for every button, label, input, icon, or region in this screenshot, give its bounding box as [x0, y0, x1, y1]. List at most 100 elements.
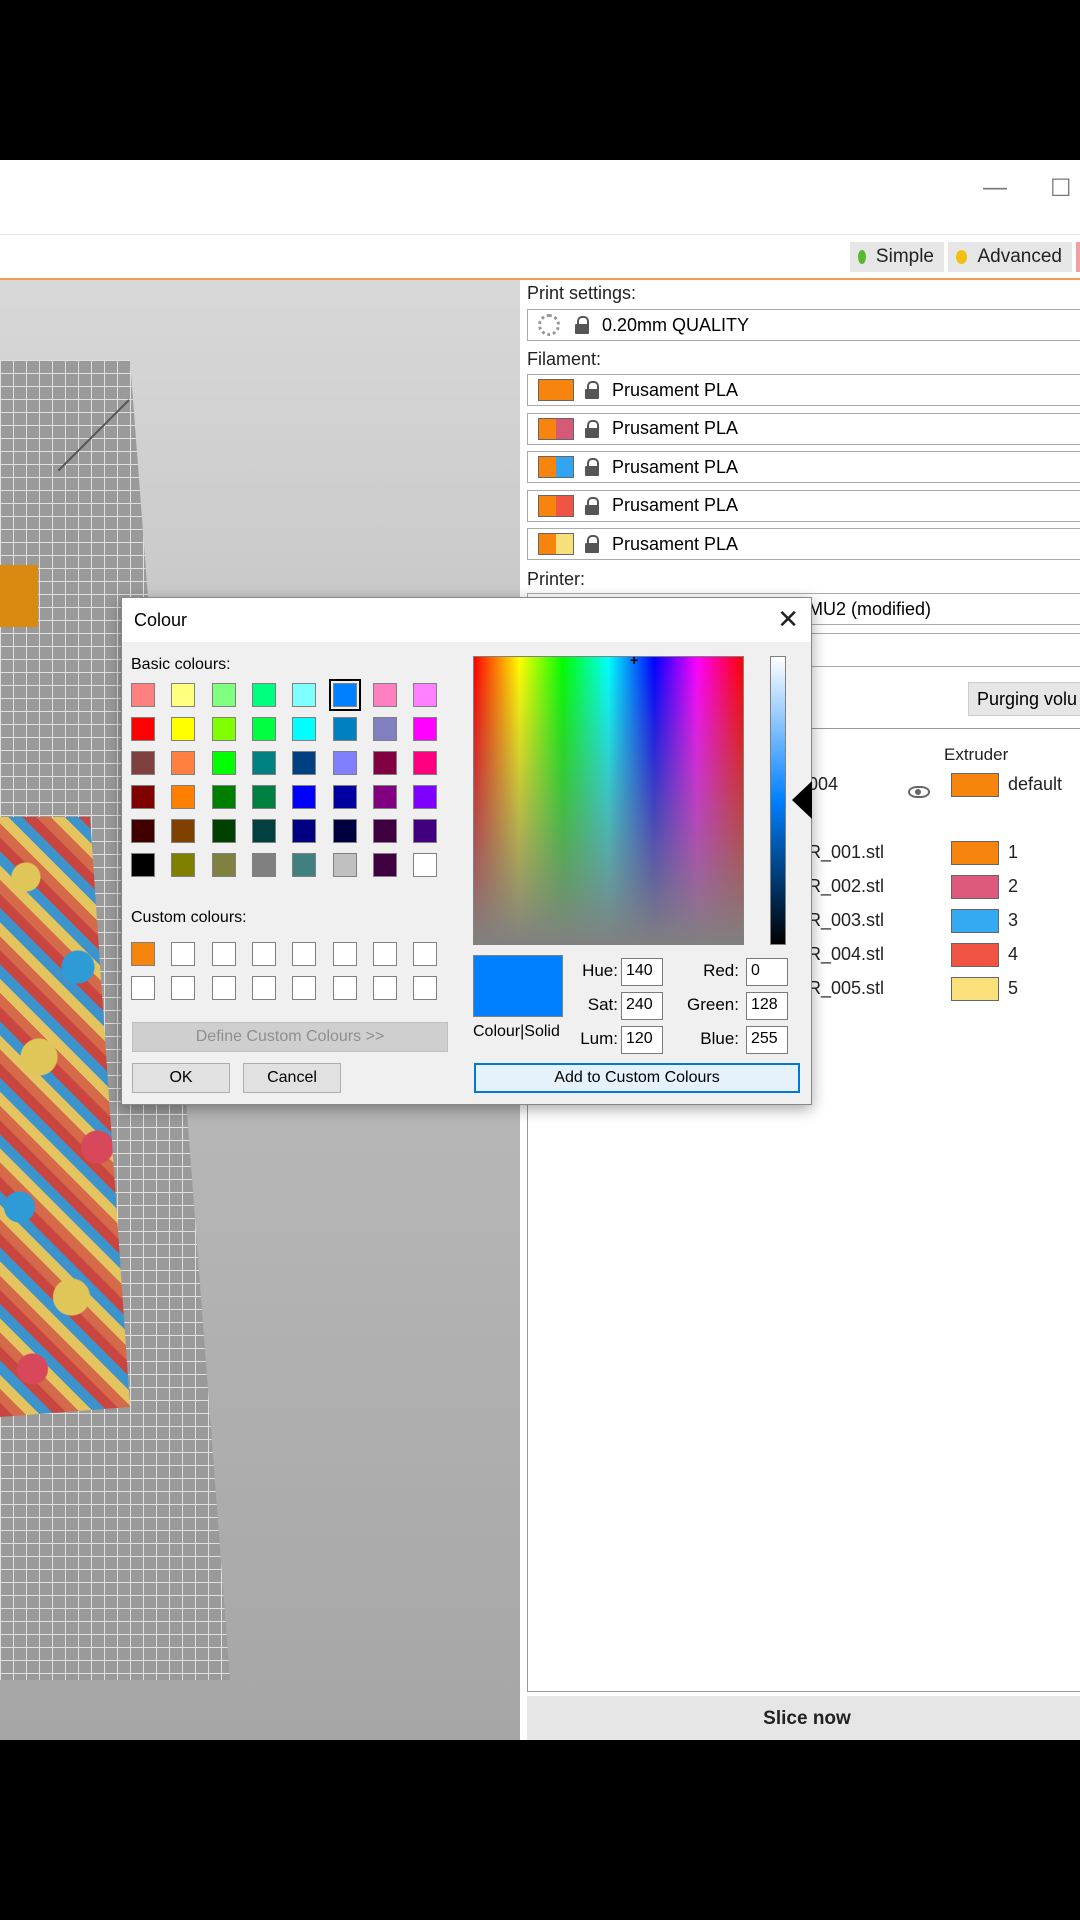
custom-colour-cell[interactable]	[292, 942, 317, 966]
part-name[interactable]: R_002.stl	[808, 876, 884, 897]
custom-colour-cell[interactable]	[292, 976, 317, 1000]
extruder-color-swatch[interactable]	[951, 977, 999, 1001]
basic-colour-cell[interactable]	[332, 717, 357, 741]
luminosity-bar[interactable]	[770, 656, 786, 945]
extruder-value[interactable]: default	[1008, 774, 1062, 795]
maximize-button[interactable]: ☐	[1050, 174, 1072, 203]
extruder-value[interactable]: 4	[1008, 944, 1018, 965]
basic-colour-cell[interactable]	[292, 853, 317, 877]
basic-colour-cell[interactable]	[171, 683, 196, 707]
basic-colour-cell[interactable]	[131, 853, 155, 877]
part-name[interactable]: R_001.stl	[808, 842, 884, 863]
custom-colour-cell[interactable]	[332, 976, 357, 1000]
basic-colour-cell[interactable]	[131, 717, 155, 741]
basic-colour-cell[interactable]	[292, 751, 317, 775]
basic-colour-cell[interactable]	[211, 785, 236, 809]
basic-colour-cell[interactable]	[372, 785, 397, 809]
eye-icon[interactable]	[908, 786, 930, 798]
object-name[interactable]: 004	[808, 774, 838, 795]
basic-colour-cell[interactable]	[413, 853, 438, 877]
custom-colour-cell[interactable]	[251, 942, 276, 966]
lum-field[interactable]: 120	[621, 1026, 663, 1054]
basic-colour-cell[interactable]	[171, 853, 196, 877]
sat-field[interactable]: 240	[621, 992, 663, 1020]
basic-colour-cell[interactable]	[292, 717, 317, 741]
basic-colour-cell[interactable]	[131, 683, 155, 707]
filament-combo[interactable]: Prusament PLA	[527, 412, 1080, 445]
custom-colour-cell[interactable]	[332, 942, 357, 966]
basic-colour-cell[interactable]	[131, 819, 155, 843]
custom-colour-cell[interactable]	[372, 942, 397, 966]
basic-colour-cell[interactable]	[372, 853, 397, 877]
hue-field[interactable]: 140	[621, 958, 663, 986]
custom-colour-cell[interactable]	[131, 942, 155, 966]
close-icon[interactable]: ✕	[777, 604, 799, 635]
ok-button[interactable]: OK	[132, 1063, 230, 1093]
basic-colour-cell[interactable]	[332, 751, 357, 775]
custom-colour-cell[interactable]	[251, 976, 276, 1000]
extruder-color-swatch[interactable]	[951, 909, 999, 933]
print-settings-combo[interactable]: 0.20mm QUALITY	[527, 309, 1080, 341]
minimize-button[interactable]: —	[983, 174, 1007, 202]
basic-colour-cell[interactable]	[413, 751, 438, 775]
colour-spectrum[interactable]	[473, 656, 744, 945]
part-name[interactable]: R_004.stl	[808, 944, 884, 965]
basic-colour-cell[interactable]	[171, 819, 196, 843]
basic-colour-cell[interactable]	[328, 679, 361, 711]
basic-colour-cell[interactable]	[211, 853, 236, 877]
basic-colour-cell[interactable]	[413, 683, 438, 707]
simple-mode-button[interactable]: Simple	[850, 242, 944, 272]
extruder-color-swatch[interactable]	[951, 841, 999, 865]
extruder-value[interactable]: 1	[1008, 842, 1018, 863]
custom-colour-cell[interactable]	[171, 942, 196, 966]
basic-colour-cell[interactable]	[372, 819, 397, 843]
part-name[interactable]: R_005.stl	[808, 978, 884, 999]
define-custom-colours-button[interactable]: Define Custom Colours >>	[132, 1022, 448, 1052]
part-name[interactable]: R_003.stl	[808, 910, 884, 931]
custom-colour-cell[interactable]	[211, 976, 236, 1000]
filament-combo[interactable]: Prusament PLA	[527, 489, 1080, 522]
custom-colour-cell[interactable]	[372, 976, 397, 1000]
extruder-value[interactable]: 2	[1008, 876, 1018, 897]
filament-combo[interactable]: Prusament PLA	[527, 451, 1080, 483]
basic-colour-cell[interactable]	[131, 785, 155, 809]
extruder-color-swatch[interactable]	[951, 875, 999, 899]
basic-colour-cell[interactable]	[171, 751, 196, 775]
basic-colour-cell[interactable]	[211, 717, 236, 741]
basic-colour-cell[interactable]	[332, 785, 357, 809]
red-field[interactable]: 0	[746, 958, 788, 986]
basic-colour-cell[interactable]	[292, 683, 317, 707]
basic-colour-cell[interactable]	[292, 819, 317, 843]
green-field[interactable]: 128	[746, 992, 788, 1020]
basic-colour-cell[interactable]	[332, 819, 357, 843]
wipe-tower[interactable]	[0, 565, 38, 627]
basic-colour-cell[interactable]	[372, 683, 397, 707]
custom-colour-cell[interactable]	[211, 942, 236, 966]
purging-volumes-button[interactable]: Purging volu	[968, 682, 1080, 716]
basic-colour-cell[interactable]	[251, 751, 276, 775]
custom-colour-cell[interactable]	[413, 942, 438, 966]
basic-colour-cell[interactable]	[413, 717, 438, 741]
extruder-value[interactable]: 3	[1008, 910, 1018, 931]
basic-colour-cell[interactable]	[251, 717, 276, 741]
basic-colour-cell[interactable]	[251, 683, 276, 707]
filament-combo[interactable]: Prusament PLA	[527, 528, 1080, 560]
basic-colour-cell[interactable]	[211, 819, 236, 843]
basic-colour-cell[interactable]	[372, 751, 397, 775]
basic-colour-cell[interactable]	[251, 785, 276, 809]
extruder-value[interactable]: 5	[1008, 978, 1018, 999]
basic-colour-cell[interactable]	[171, 717, 196, 741]
luminosity-arrow-icon[interactable]	[792, 781, 812, 819]
extruder-color-swatch[interactable]	[951, 943, 999, 967]
custom-colour-cell[interactable]	[171, 976, 196, 1000]
basic-colour-cell[interactable]	[251, 853, 276, 877]
basic-colour-cell[interactable]	[413, 785, 438, 809]
add-to-custom-colours-button[interactable]: Add to Custom Colours	[474, 1063, 800, 1093]
extruder-color-swatch[interactable]	[951, 773, 999, 797]
filament-combo[interactable]: Prusament PLA	[527, 374, 1080, 406]
advanced-mode-button[interactable]: Advanced	[948, 242, 1072, 272]
basic-colour-cell[interactable]	[211, 751, 236, 775]
basic-colour-cell[interactable]	[211, 683, 236, 707]
slice-now-button[interactable]: Slice now	[527, 1696, 1080, 1740]
basic-colour-cell[interactable]	[332, 853, 357, 877]
